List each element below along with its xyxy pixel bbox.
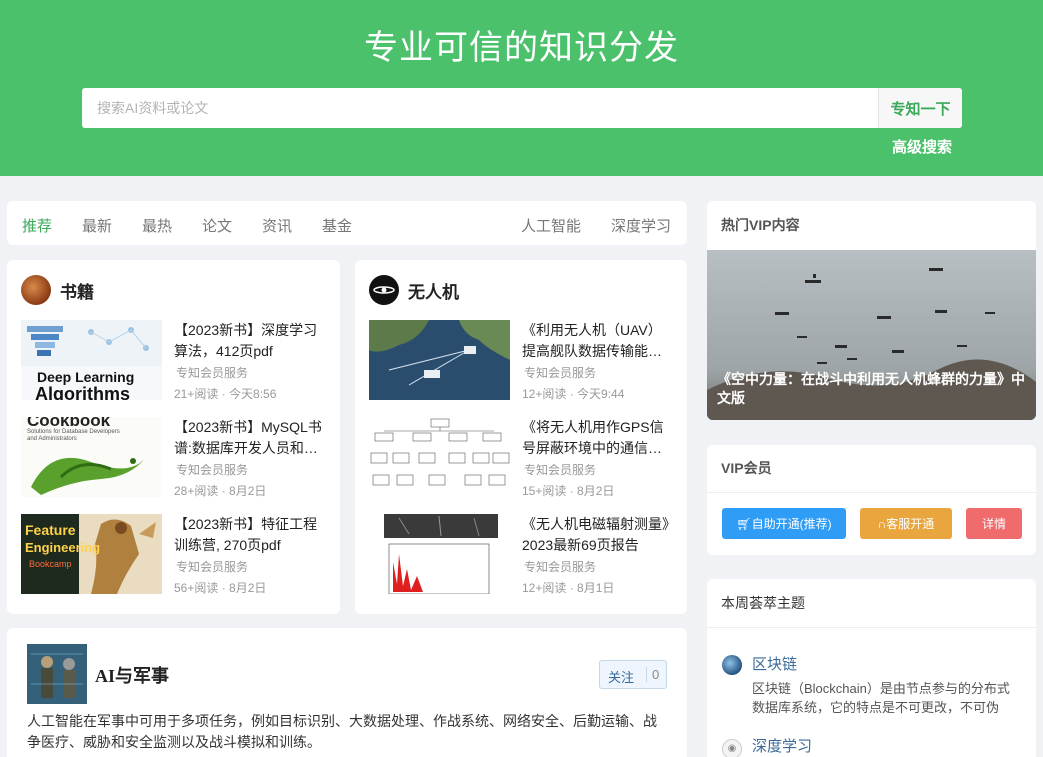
weekly-topic-desc: 区块链（Blockchain）是由节点参与的分布式数据库系统，它的特点是不可更改… — [752, 681, 1010, 715]
diagram-thumbnail-art — [369, 417, 510, 497]
book-cover-thumbnail[interactable]: Feature Engineering Bookcamp — [21, 514, 162, 594]
drone-glyph — [373, 286, 395, 294]
vip-member-card: VIP会员 🛒︎自助开通(推荐) ∩客服开通 详情 — [707, 445, 1036, 555]
vip-member-title: VIP会员 — [721, 460, 772, 476]
item-title[interactable]: 《利用无人机（UAV）提高舰队数据传输能… — [522, 320, 674, 362]
item-source[interactable]: 专知会员服务 — [176, 461, 248, 478]
list-item[interactable]: 《利用无人机（UAV）提高舰队数据传输能… 专知会员服务 12+阅读 · 今天9… — [369, 320, 679, 402]
item-title[interactable]: 【2023新书】MySQL书谱:数据库开发人员和… — [174, 417, 326, 459]
cover-text-line: Bookcamp — [29, 559, 72, 569]
weekly-topics-title: 本周荟萃主题 — [721, 595, 805, 611]
soldier-art — [27, 644, 87, 704]
drone-icon[interactable] — [369, 275, 399, 305]
item-title[interactable]: 【2023新书】特征工程训练营, 270页pdf — [174, 514, 326, 556]
category-header: 无人机 — [369, 274, 459, 306]
category-title[interactable]: 书籍 — [60, 278, 94, 303]
blockchain-icon[interactable] — [722, 655, 742, 675]
search-input[interactable] — [82, 88, 878, 128]
cover-text-line: Algorithms — [35, 384, 131, 400]
follow-label: 关注 — [608, 670, 635, 685]
article-thumbnail[interactable] — [369, 514, 510, 594]
hot-vip-caption[interactable]: 《空中力量：在战斗中利用无人机蜂群的力量》中文版 — [717, 370, 1029, 408]
item-title[interactable]: 《将无人机用作GPS信号屏蔽环境中的通信… — [522, 417, 674, 459]
cover-text-line: Deep Learning — [37, 369, 135, 385]
self-subscribe-label: 自助开通(推荐) — [751, 517, 832, 531]
books-avatar-icon[interactable] — [21, 275, 51, 305]
item-meta: 12+阅读 · 今天9:44 — [522, 387, 625, 401]
item-source[interactable]: 专知会员服务 — [524, 461, 596, 478]
article-thumbnail[interactable] — [369, 417, 510, 497]
hot-vip-image[interactable]: 《空中力量：在战斗中利用无人机蜂群的力量》中文版 — [707, 250, 1036, 420]
list-item[interactable]: 《将无人机用作GPS信号屏蔽环境中的通信… 专知会员服务 15+阅读 · 8月2… — [369, 417, 679, 499]
filter-tabs: 推荐 最新 最热 论文 资讯 基金 人工智能 深度学习 — [7, 201, 687, 245]
divider — [707, 627, 1036, 628]
topic-image[interactable] — [27, 644, 87, 704]
advanced-search-link[interactable]: 高级搜索 — [892, 136, 952, 157]
book-cover-thumbnail[interactable]: Cookbook Solutions for Database Develope… — [21, 417, 162, 497]
weekly-topic-name[interactable]: 区块链 — [752, 653, 797, 674]
list-item[interactable]: 《无人机电磁辐射测量》2023最新69页报告 专知会员服务 12+阅读 · 8月… — [369, 514, 679, 596]
item-meta: 28+阅读 · 8月2日 — [174, 484, 267, 498]
service-subscribe-label: 客服开通 — [886, 517, 935, 531]
list-item[interactable]: Feature Engineering Bookcamp 【2023新书】特征工… — [21, 514, 331, 596]
cover-text-line: Solutions for Database Developers — [27, 429, 120, 435]
search-box: 专知一下 — [82, 88, 962, 128]
details-button[interactable]: 详情 — [966, 508, 1022, 539]
weekly-topics-card: 本周荟萃主题 区块链 区块链（Blockchain）是由节点参与的分布式数据库系… — [707, 579, 1036, 757]
headset-icon: ∩ — [877, 517, 887, 531]
list-item[interactable]: Deep Learning Algorithms 【2023新书】深度学习算法，… — [21, 320, 331, 402]
topic-card: AI与军事 关注 0 人工智能在军事中可用于多项任务，例如目标识别、大数据处理、… — [7, 628, 687, 757]
divider — [646, 667, 647, 682]
tab-news[interactable]: 资讯 — [262, 215, 292, 236]
hero-title: 专业可信的知识分发 — [364, 29, 679, 67]
tab-hottest[interactable]: 最热 — [142, 215, 172, 236]
cover-text-line: Feature — [25, 522, 76, 538]
book-cover-thumbnail[interactable]: Deep Learning Algorithms — [21, 320, 162, 400]
service-subscribe-button[interactable]: ∩客服开通 — [860, 508, 952, 539]
follow-button[interactable]: 关注 0 — [599, 660, 667, 689]
tab-papers[interactable]: 论文 — [202, 215, 232, 236]
deep-learning-icon[interactable]: ◉ — [722, 739, 742, 757]
search-button[interactable]: 专知一下 — [878, 88, 962, 128]
article-thumbnail[interactable] — [369, 320, 510, 400]
category-card-drones: 无人机 《利用无人机（UAV）提高舰队数据传输能… 专知会员服务 12+阅读 ·… — [355, 260, 687, 614]
tab-ai[interactable]: 人工智能 — [521, 215, 581, 236]
map-thumbnail-art — [369, 320, 510, 400]
list-item[interactable]: Cookbook Solutions for Database Develope… — [21, 417, 331, 499]
item-meta: 12+阅读 · 8月1日 — [522, 581, 615, 595]
category-card-books: 书籍 Deep Learning Algorithms 【2023新书】深度学习… — [7, 260, 340, 614]
hot-vip-title: 热门VIP内容 — [721, 217, 800, 233]
hot-vip-card: 热门VIP内容 《空中力量：在战斗中利用无人机蜂群的力量》中文版 — [707, 201, 1036, 420]
report-thumbnail-art — [369, 514, 510, 594]
topic-title[interactable]: AI与军事 — [95, 662, 169, 688]
category-header: 书籍 — [21, 274, 94, 306]
item-source[interactable]: 专知会员服务 — [176, 558, 248, 575]
vip-buttons-row: 🛒︎自助开通(推荐) ∩客服开通 详情 — [707, 492, 1036, 555]
topic-description: 人工智能在军事中可用于多项任务，例如目标识别、大数据处理、作战系统、网络安全、后… — [27, 713, 657, 750]
item-meta: 15+阅读 · 8月2日 — [522, 484, 615, 498]
follow-count: 0 — [652, 667, 660, 682]
category-title[interactable]: 无人机 — [408, 278, 459, 303]
item-source[interactable]: 专知会员服务 — [176, 364, 248, 381]
hero-banner: 专业可信的知识分发 专知一下 高级搜索 — [0, 0, 1043, 176]
item-meta: 56+阅读 · 8月2日 — [174, 581, 267, 595]
item-title[interactable]: 【2023新书】深度学习算法，412页pdf — [174, 320, 326, 362]
tab-funds[interactable]: 基金 — [322, 215, 352, 236]
tab-latest[interactable]: 最新 — [82, 215, 112, 236]
cover-text-line: Engineering — [25, 540, 101, 555]
item-source[interactable]: 专知会员服务 — [524, 558, 596, 575]
tab-recommend[interactable]: 推荐 — [22, 215, 52, 236]
weekly-topic-name[interactable]: 深度学习 — [752, 735, 812, 756]
cart-icon: 🛒︎ — [736, 517, 752, 531]
item-source[interactable]: 专知会员服务 — [524, 364, 596, 381]
item-title[interactable]: 《无人机电磁辐射测量》2023最新69页报告 — [522, 514, 674, 556]
self-subscribe-button[interactable]: 🛒︎自助开通(推荐) — [722, 508, 846, 539]
cover-text-line: and Administrators — [27, 436, 77, 442]
tab-deep-learning[interactable]: 深度学习 — [611, 215, 671, 236]
item-meta: 21+阅读 · 今天8:56 — [174, 387, 277, 401]
